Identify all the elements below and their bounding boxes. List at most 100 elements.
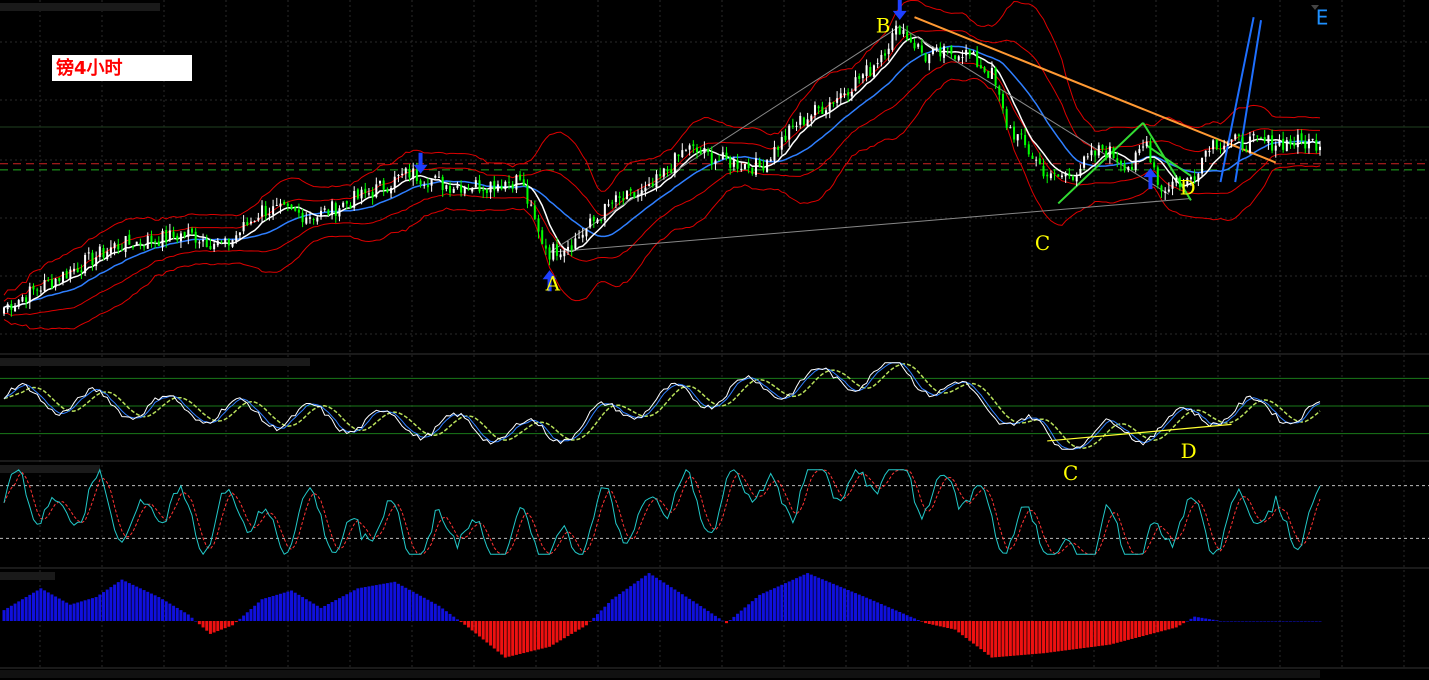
macd-bar bbox=[13, 603, 17, 621]
candle-body bbox=[124, 236, 127, 252]
macd-bar bbox=[872, 600, 876, 621]
macd-bar bbox=[865, 597, 869, 621]
candle-body bbox=[813, 105, 816, 116]
macd-bar bbox=[61, 600, 65, 621]
candle-body bbox=[825, 110, 828, 115]
candle-body bbox=[880, 54, 883, 63]
candle-body bbox=[670, 169, 673, 173]
macd-bar bbox=[190, 617, 194, 621]
macd-bar bbox=[264, 598, 268, 621]
candle-body bbox=[482, 189, 485, 191]
candle-body bbox=[224, 238, 227, 244]
macd-bar bbox=[39, 588, 43, 621]
macd-bar bbox=[614, 596, 618, 621]
candle-body bbox=[802, 117, 805, 125]
candle-body bbox=[235, 235, 238, 242]
macd-bar bbox=[135, 586, 139, 621]
macd-bar bbox=[599, 610, 603, 621]
candle-body bbox=[102, 248, 105, 258]
macd-bar bbox=[721, 620, 725, 622]
macd-bar bbox=[725, 621, 729, 624]
macd-bar bbox=[28, 594, 32, 621]
candle-body bbox=[1245, 148, 1248, 151]
candle-body bbox=[419, 180, 422, 185]
candle-body bbox=[1127, 167, 1130, 171]
macd-bar bbox=[968, 621, 972, 641]
macd-bar bbox=[953, 621, 957, 630]
macd-bar bbox=[765, 591, 769, 621]
candle-body bbox=[452, 188, 455, 193]
macd-bar bbox=[809, 574, 813, 621]
macd-bar bbox=[245, 612, 249, 621]
macd-bar bbox=[795, 578, 799, 621]
macd-bar bbox=[529, 621, 533, 652]
candle-body bbox=[983, 67, 986, 73]
macd-bar bbox=[76, 602, 80, 621]
macd-bar bbox=[898, 611, 902, 621]
macd-bar bbox=[754, 598, 758, 621]
macd-bar bbox=[1193, 616, 1197, 621]
candle-body bbox=[275, 205, 278, 207]
candle-body bbox=[165, 230, 168, 243]
candle-body bbox=[677, 154, 680, 157]
macd-bar bbox=[1093, 621, 1097, 647]
candle-body bbox=[729, 157, 732, 168]
macd-bar bbox=[1137, 621, 1141, 638]
candle-body bbox=[61, 271, 64, 283]
macd-bar bbox=[636, 580, 640, 621]
candle-body bbox=[791, 125, 794, 127]
macd-bar bbox=[1255, 621, 1259, 622]
candle-body bbox=[297, 209, 300, 213]
macd-bar bbox=[514, 621, 518, 655]
macd-bar bbox=[662, 582, 666, 621]
macd-bar bbox=[1222, 621, 1226, 622]
macd-bar bbox=[24, 597, 28, 621]
macd-bar bbox=[201, 621, 205, 628]
macd-bar bbox=[629, 586, 633, 621]
candle-body bbox=[637, 194, 640, 197]
candle-body bbox=[73, 268, 76, 272]
candle-body bbox=[1086, 156, 1089, 158]
candle-body bbox=[1296, 134, 1299, 148]
macd-bar bbox=[555, 621, 559, 643]
macd-bar bbox=[607, 602, 611, 621]
macd-bar bbox=[149, 593, 153, 621]
macd-bar bbox=[927, 621, 931, 624]
macd-bar bbox=[109, 587, 113, 621]
candle-body bbox=[437, 176, 440, 178]
candle-body bbox=[758, 160, 761, 167]
macd-bar bbox=[474, 621, 478, 634]
candle-body bbox=[6, 304, 9, 310]
macd-bar bbox=[1123, 621, 1127, 641]
candle-body bbox=[718, 159, 721, 161]
candle-body bbox=[692, 144, 695, 147]
candle-body bbox=[600, 219, 603, 221]
macd-bar bbox=[643, 575, 647, 621]
macd-bar bbox=[1064, 621, 1068, 651]
candle-body bbox=[1057, 174, 1060, 177]
macd-bar bbox=[783, 583, 787, 621]
candle-body bbox=[216, 240, 219, 246]
macd-bar bbox=[31, 592, 35, 621]
candle-body bbox=[629, 188, 632, 191]
candle-body bbox=[1230, 139, 1233, 142]
candle-body bbox=[312, 219, 315, 221]
macd-bar bbox=[455, 619, 459, 621]
macd-bar bbox=[831, 583, 835, 621]
macd-bar bbox=[913, 618, 917, 621]
candle-body bbox=[769, 159, 772, 162]
macd-bar bbox=[360, 587, 364, 621]
candle-body bbox=[441, 176, 444, 190]
macd-bar bbox=[584, 621, 588, 626]
macd-bar bbox=[1148, 621, 1152, 635]
candle-body bbox=[622, 198, 625, 201]
candle-body bbox=[456, 185, 459, 188]
macd-bar bbox=[94, 597, 98, 621]
candle-body bbox=[21, 296, 24, 302]
macd-bar bbox=[1281, 621, 1285, 622]
candle-body bbox=[1134, 152, 1137, 170]
candle-body bbox=[618, 196, 621, 198]
wave-label-b: B bbox=[876, 13, 891, 37]
candle-body bbox=[762, 166, 765, 171]
macd-bar bbox=[1303, 621, 1307, 622]
